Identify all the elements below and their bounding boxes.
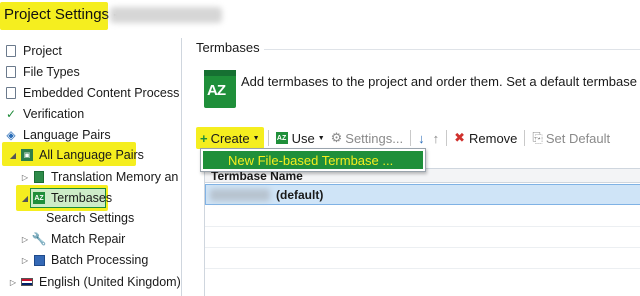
termbase-toolbar: + Create ▼ AZ Use ▼ ⚙ Settings... ↓ ↑ ✖ …: [196, 126, 640, 150]
create-label: Create: [210, 130, 250, 146]
tree-item-file-types[interactable]: File Types: [4, 62, 80, 82]
toolbar-separator: [410, 130, 412, 146]
table-row[interactable]: (default): [205, 184, 640, 205]
check-icon: ✓: [5, 107, 17, 121]
chevron-down-icon: ▼: [252, 134, 260, 142]
tree-item-batch-processing[interactable]: ▷ Batch Processing: [20, 250, 148, 270]
settings-button[interactable]: ⚙ Settings...: [328, 127, 406, 149]
expand-arrow-icon[interactable]: ▷: [8, 278, 18, 287]
toolbar-separator: [267, 130, 269, 146]
tree-item-search-settings[interactable]: Search Settings: [46, 208, 134, 228]
tree-item-match-repair[interactable]: ▷ 🔧 Match Repair: [20, 229, 125, 249]
plus-icon: +: [200, 130, 208, 146]
tree-item-label: Batch Processing: [51, 253, 149, 267]
grid-line: [205, 268, 640, 269]
remove-icon: ✖: [454, 130, 465, 145]
termbase-icon: AZ: [275, 132, 288, 144]
collapse-arrow-icon[interactable]: ◢: [20, 194, 30, 203]
use-button[interactable]: AZ Use ▼: [273, 127, 328, 149]
tree-item-label: Search Settings: [46, 211, 135, 225]
settings-label: Settings...: [345, 130, 404, 146]
remove-label: Remove: [469, 130, 518, 146]
window-title: Project Settings -: [4, 6, 119, 23]
move-up-button[interactable]: ↑: [430, 127, 443, 149]
redacted-project-name: [110, 7, 222, 23]
tree-item-label: Translation Memory an: [51, 170, 179, 184]
page-icon: [4, 44, 18, 58]
expand-arrow-icon[interactable]: ▷: [20, 256, 30, 265]
menu-item-new-file-based-termbase[interactable]: New File-based Termbase ...: [203, 151, 423, 169]
termbase-icon: AZ: [32, 191, 46, 205]
tree-item-label: English (United Kingdom): [39, 275, 181, 289]
uk-flag-icon: [20, 275, 34, 289]
language-pairs-icon: ◈: [6, 128, 16, 142]
batch-icon: [32, 253, 46, 267]
tree-item-label: Verification: [23, 107, 85, 121]
chevron-down-icon: ▼: [317, 134, 325, 142]
tree-item-label: Project: [23, 44, 62, 58]
grid-line: [205, 226, 640, 227]
tree-item-label: Embedded Content Process: [23, 86, 180, 100]
tree-item-verification[interactable]: ✓ Verification: [4, 104, 84, 124]
move-down-button[interactable]: ↓: [415, 127, 430, 149]
set-default-icon: ⎘: [532, 130, 543, 145]
use-label: Use: [291, 130, 315, 146]
redacted-termbase-name: [210, 188, 270, 201]
page-icon: [4, 65, 18, 79]
collapse-arrow-icon[interactable]: ◢: [8, 151, 18, 160]
tree-item-termbases[interactable]: ◢ AZ Termbases: [20, 188, 112, 208]
section-description: Add termbases to the project and order t…: [241, 74, 637, 89]
arrow-down-icon: ↓: [418, 130, 425, 146]
default-marker: (default): [276, 187, 324, 202]
tree-item-english-uk[interactable]: ▷ English (United Kingdom): [8, 272, 181, 292]
gear-icon: ⚙: [330, 130, 343, 145]
tree-item-label: Termbases: [51, 191, 113, 205]
tree-item-all-language-pairs[interactable]: ◢ ▣ All Language Pairs: [8, 145, 144, 165]
toolbar-separator: [446, 130, 448, 146]
tree-item-label: Language Pairs: [23, 128, 111, 142]
tree-item-label: Match Repair: [51, 232, 126, 246]
toolbar-separator: [524, 130, 526, 146]
grid-line: [205, 247, 640, 248]
section-divider: [264, 49, 640, 50]
expand-arrow-icon[interactable]: ▷: [20, 173, 30, 182]
tree-item-label: All Language Pairs: [39, 148, 144, 162]
section-title: Termbases: [196, 40, 260, 55]
remove-button[interactable]: ✖ Remove: [451, 127, 520, 149]
title-bar: Project Settings -: [0, 0, 640, 34]
tree-item-label: File Types: [23, 65, 80, 79]
tree-item-embedded-content[interactable]: Embedded Content Process: [4, 83, 179, 103]
tree-item-project[interactable]: Project: [4, 41, 62, 61]
tree-item-translation-memory[interactable]: ▷ Translation Memory an: [20, 167, 178, 187]
expand-arrow-icon[interactable]: ▷: [20, 235, 30, 244]
create-dropdown-menu: New File-based Termbase ...: [200, 148, 426, 172]
termbase-large-icon: AZ: [204, 70, 236, 108]
settings-tree[interactable]: Project File Types Embedded Content Proc…: [0, 38, 182, 296]
create-button[interactable]: + Create ▼: [196, 127, 264, 149]
translation-memory-icon: [32, 170, 46, 184]
arrow-up-icon: ↑: [432, 130, 440, 146]
set-default-button[interactable]: ⎘ Set Default: [529, 127, 613, 149]
termbase-grid[interactable]: Termbase Name (default): [204, 168, 640, 296]
wrench-icon: 🔧: [31, 232, 47, 246]
set-default-label: Set Default: [545, 130, 611, 146]
language-pair-icon: ▣: [20, 148, 34, 162]
page-icon: [4, 86, 18, 100]
